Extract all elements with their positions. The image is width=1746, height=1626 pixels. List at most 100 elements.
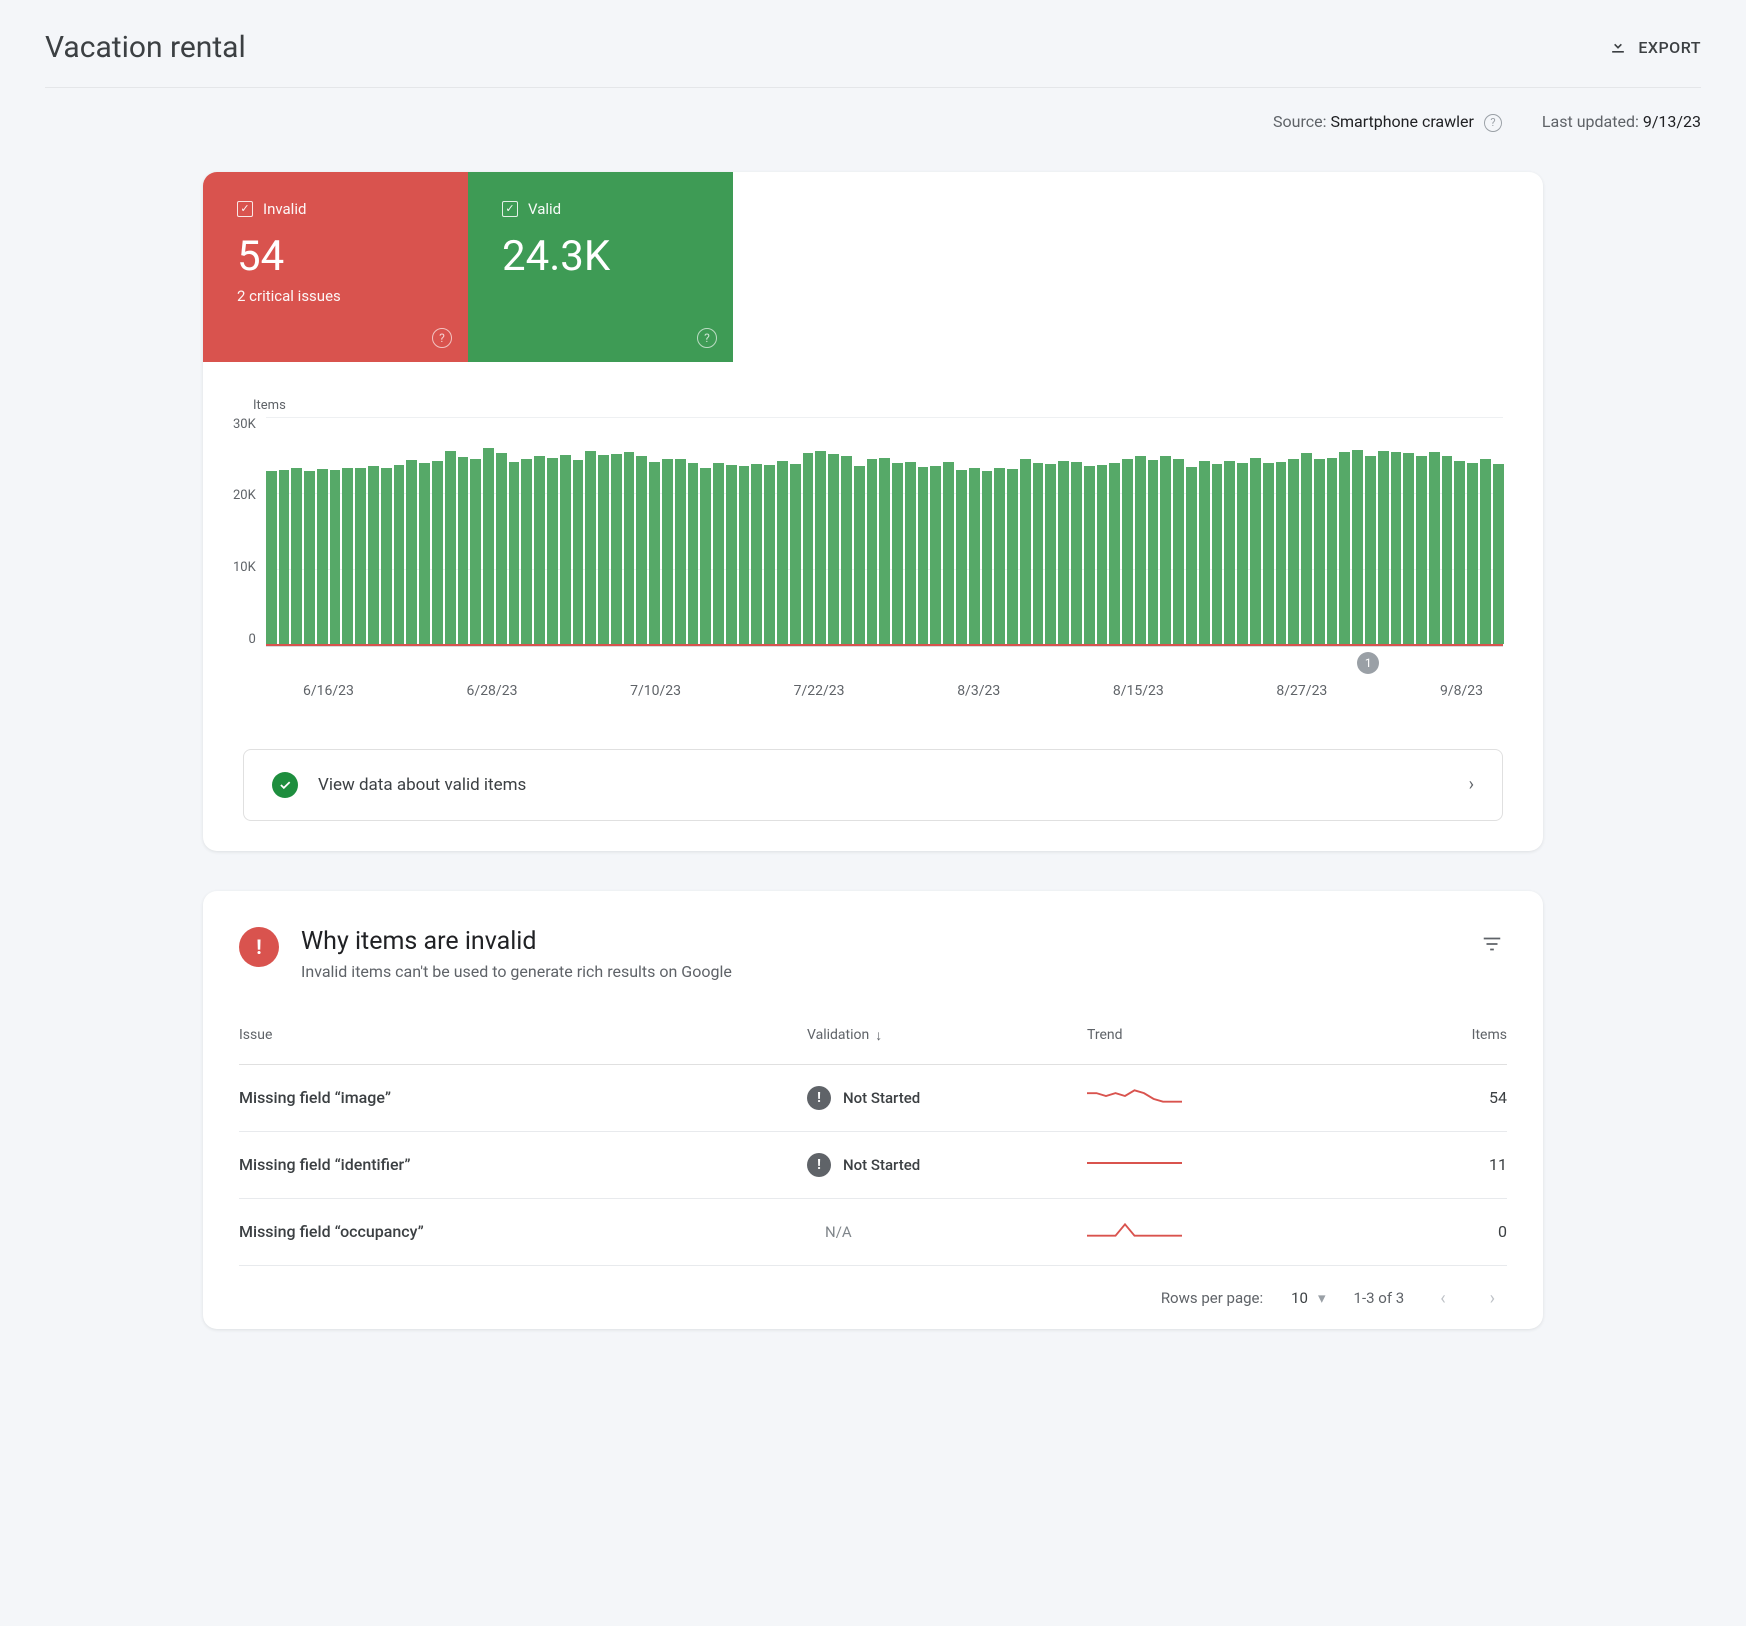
chart-bar [445,451,456,644]
chart-bar [994,468,1005,644]
chart-bar [342,468,353,644]
chart-bar [1007,469,1018,644]
trend-sparkline [1087,1085,1347,1111]
overview-card: ✓ Invalid 54 2 critical issues ? ✓ Valid… [203,172,1543,851]
chart-bar [841,456,852,643]
help-icon[interactable]: ? [432,328,452,348]
table-header: Issue Validation ↓ Trend Items [239,1007,1507,1065]
chart-bar [1365,456,1376,644]
chart-bar [1109,463,1120,644]
chart-bar [867,459,878,643]
chart-bar [534,456,545,644]
invalid-tile[interactable]: ✓ Invalid 54 2 critical issues ? [203,172,468,362]
chart-bar [1173,459,1184,643]
chart-bar [291,468,302,643]
chart-bar [918,467,929,644]
chart-bar [1263,463,1274,644]
chart-bar [1288,459,1299,643]
prev-page-button[interactable]: ‹ [1432,1284,1453,1313]
chevron-down-icon: ▾ [1318,1289,1326,1307]
chart-bar [1020,459,1031,643]
checkbox-icon: ✓ [502,201,518,217]
rows-per-page-label: Rows per page: [1161,1289,1263,1307]
chart-bar [943,462,954,643]
chart-bar [598,455,609,644]
chart-bar [1045,464,1056,644]
chart-bar [521,459,532,643]
chart-bar [1033,463,1044,644]
chart-bar [892,463,903,644]
chart-bar [1301,453,1312,643]
table-row[interactable]: Missing field “image”!Not Started54 [239,1065,1507,1132]
chart-bar [317,469,328,644]
chart-bar [1442,456,1453,644]
view-valid-items-button[interactable]: View data about valid items › [243,749,1503,821]
chart-bar [279,470,290,644]
chart-bar [496,453,507,643]
chart-bar [1135,456,1146,643]
chart-bar [624,452,635,644]
chart-bar [611,454,622,644]
x-tick: 7/10/23 [630,683,681,699]
y-tick: 20K [233,488,256,503]
y-tick: 10K [233,560,256,575]
chart-bar [1339,452,1350,644]
check-circle-icon [272,772,298,798]
export-button[interactable]: EXPORT [1608,36,1701,60]
items-count: 0 [1347,1222,1507,1241]
col-issue[interactable]: Issue [239,1027,807,1043]
chart-bar [547,458,558,644]
col-items[interactable]: Items [1347,1027,1507,1043]
chart-bar [726,465,737,643]
chart-bar [688,463,699,644]
invalid-subtext: 2 critical issues [237,287,444,305]
chart-bar [982,471,993,644]
issue-name: Missing field “identifier” [239,1155,807,1174]
view-valid-label: View data about valid items [318,775,1449,795]
rows-per-page-select[interactable]: 10 ▾ [1291,1289,1325,1307]
next-page-button[interactable]: › [1482,1284,1503,1313]
chart-bar [700,468,711,644]
col-validation[interactable]: Validation ↓ [807,1027,1087,1044]
chart-bar [739,466,750,644]
chart-bar [483,448,494,644]
x-tick: 8/27/23 [1276,683,1327,699]
chart-bar [675,459,686,643]
trend-sparkline [1087,1152,1347,1178]
chart-bar [1097,465,1108,643]
help-icon[interactable]: ? [1484,114,1502,132]
chart-bar [1352,450,1363,644]
page-title: Vacation rental [45,30,246,65]
issues-card: ! Why items are invalid Invalid items ca… [203,891,1543,1329]
chart-bar [1276,462,1287,643]
table-row[interactable]: Missing field “identifier”!Not Started11 [239,1132,1507,1199]
chart-bar [1071,462,1082,643]
chart-bar [879,458,890,644]
chart-bar [560,455,571,644]
chart-bar [458,457,469,644]
col-trend[interactable]: Trend [1087,1027,1347,1043]
trend-sparkline [1087,1219,1347,1245]
chart-bar [930,466,941,644]
validation-status: N/A [807,1223,1087,1241]
chart-bar [406,460,417,644]
arrow-down-icon: ↓ [875,1027,882,1044]
chart-marker[interactable]: 1 [1357,652,1379,674]
chart-bar [1454,461,1465,644]
items-chart: Items 30K20K10K0 1 6/16/236/28/237/10/23… [203,362,1543,709]
chart-bar [355,468,366,643]
x-tick: 8/3/23 [957,683,1000,699]
valid-tile[interactable]: ✓ Valid 24.3K ? [468,172,733,362]
chart-bar [330,470,341,644]
error-icon: ! [239,927,279,967]
last-updated: Last updated: 9/13/23 [1542,112,1701,132]
chart-bar [470,459,481,643]
issues-title: Why items are invalid [301,927,732,956]
issue-name: Missing field “occupancy” [239,1222,807,1241]
chart-bar [905,462,916,643]
filter-icon[interactable] [1481,927,1503,959]
chart-bar [1148,460,1159,644]
help-icon[interactable]: ? [697,328,717,348]
table-row[interactable]: Missing field “occupancy”N/A 0 [239,1199,1507,1266]
items-count: 54 [1347,1088,1507,1107]
